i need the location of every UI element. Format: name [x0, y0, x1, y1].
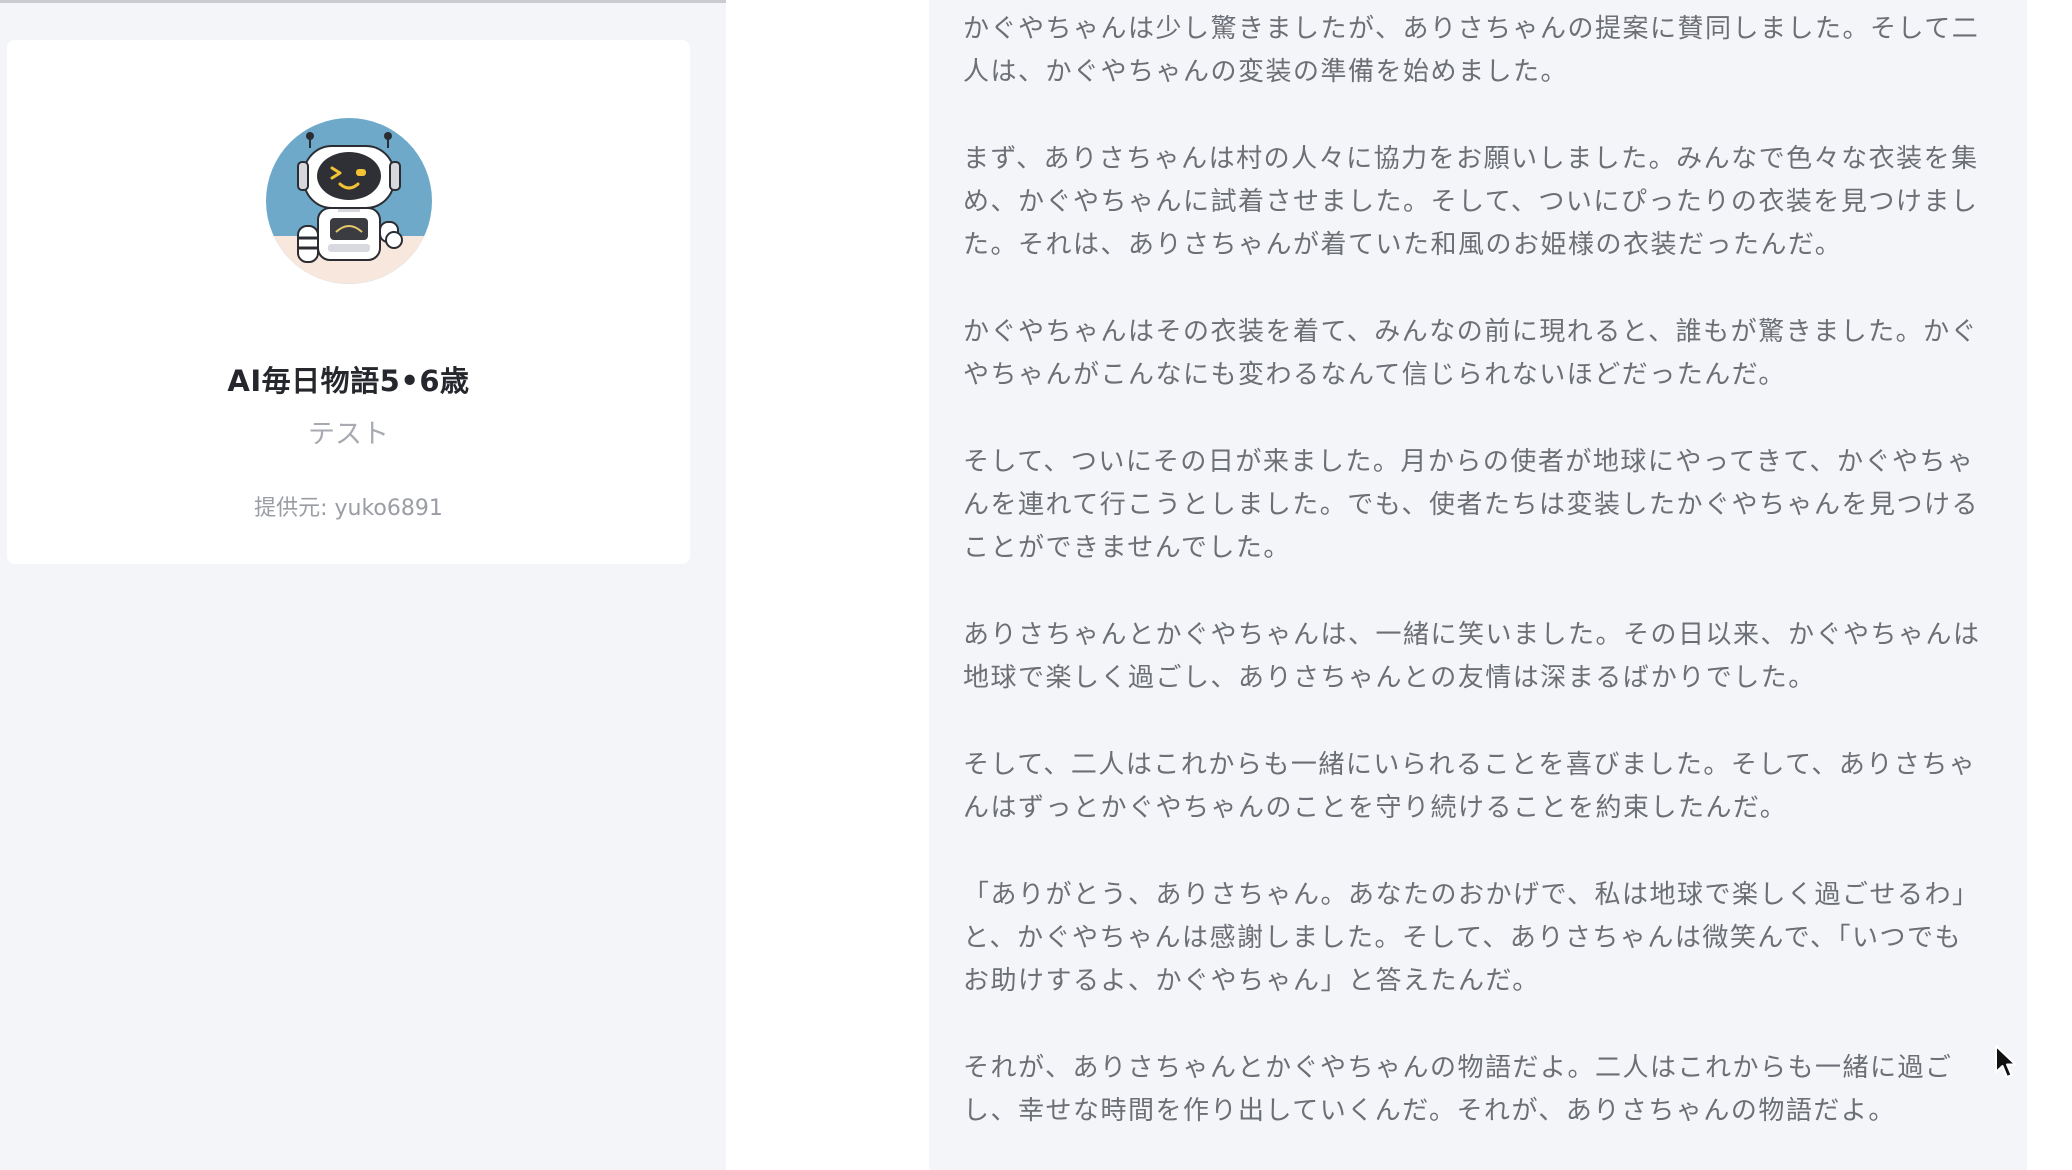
bot-description: テスト — [308, 419, 389, 450]
message-paragraph: ありさちゃんとかぐやちゃんは、一緒に笑いました。その日以来、かぐやちゃんは 地球… — [963, 620, 1981, 693]
message-paragraph: それが、ありさちゃんとかぐやちゃんの物語だよ。二人はこれからも一緒に過ご し、幸… — [963, 1053, 1953, 1126]
bot-name: AI毎日物語5•6歳 — [227, 364, 470, 398]
message-paragraph: かぐやちゃんはその衣装を着て、みんなの前に現れると、誰もが驚きました。かぐ やち… — [963, 317, 1979, 390]
message-paragraph: かぐやちゃんは少し驚きましたが、ありさちゃんの提案に賛同しました。そして二 人は… — [963, 14, 1980, 87]
assistant-message: かぐやちゃんは少し驚きましたが、ありさちゃんの提案に賛同しました。そして二 人は… — [929, 0, 2027, 1170]
message-paragraph: そして、ついにその日が来ました。月からの使者が地球にやってきて、かぐやちゃ んを… — [963, 447, 1979, 563]
message-paragraph: 「ありがとう、ありさちゃん。あなたのおかげで、私は地球で楽しく過ごせるわ」 と、… — [963, 880, 1980, 996]
robot-avatar-icon — [266, 118, 432, 284]
mouse-pointer-icon — [1994, 1044, 2018, 1084]
message-paragraph: そして、二人はこれからも一緒にいられることを喜びました。そして、ありさちゃ んは… — [963, 750, 1977, 823]
message-paragraph: まず、ありさちゃんは村の人々に協力をお願いしました。みんなで色々な衣装を集 め、… — [963, 144, 1979, 260]
provider-label: 提供元: yuko6891 — [254, 496, 443, 521]
bot-profile-card: AI毎日物語5•6歳 テスト 提供元: yuko6891 — [7, 40, 690, 564]
